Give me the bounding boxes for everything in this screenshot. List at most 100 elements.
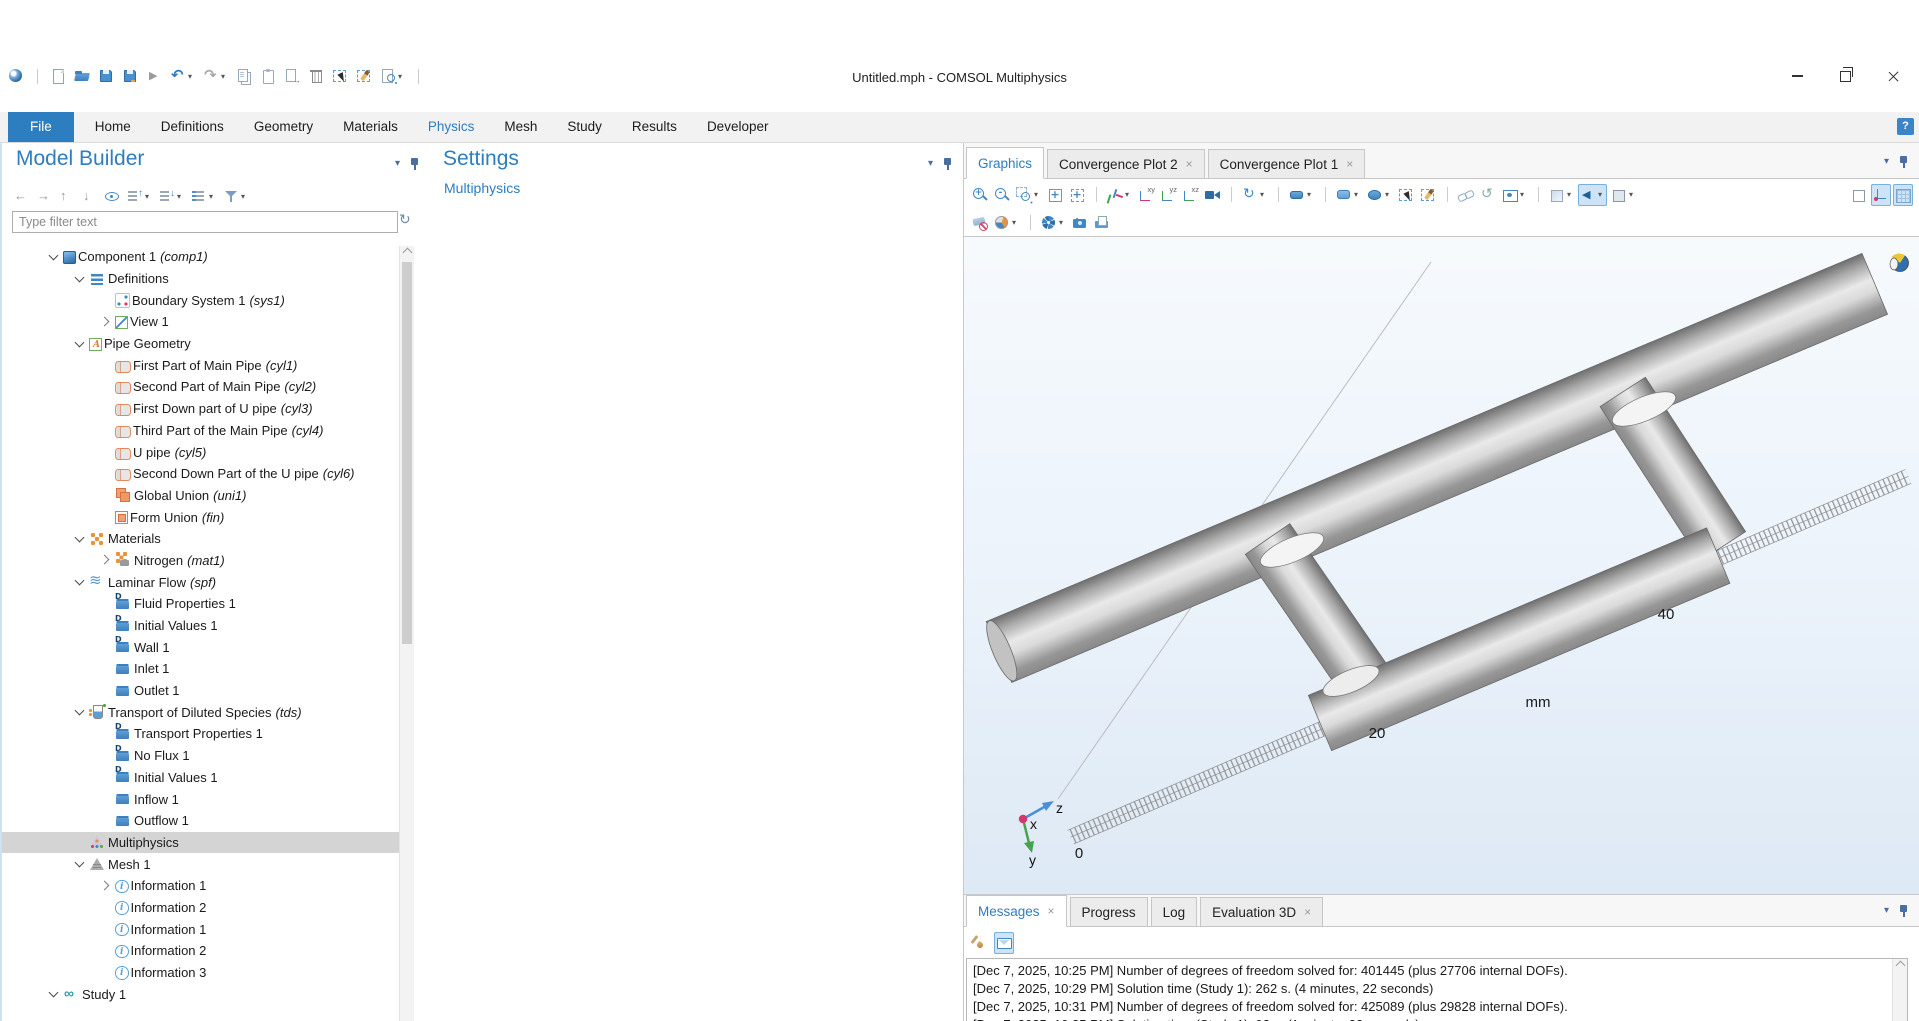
tree-item[interactable]: Information 2 [2,940,399,962]
scene-cube-button[interactable] [1849,184,1869,206]
log-scrollbar[interactable] [1892,959,1907,1021]
dropdown-caret[interactable]: ▾ [1598,190,1606,199]
graphics-canvas[interactable]: 0 20 40 mm x y z [964,237,1919,894]
messages-tab[interactable]: Evaluation 3D× [1200,897,1323,926]
pin-icon[interactable] [1899,904,1909,918]
tree-item[interactable]: No Flux 1 [2,745,399,767]
messages-log[interactable]: [Dec 7, 2025, 10:25 PM] Number of degree… [966,958,1908,1021]
zoom-extents-button[interactable] [1045,184,1065,206]
hide-objects-button[interactable] [1456,184,1476,206]
expand-chevron-icon[interactable] [98,683,114,699]
zoom-in-button[interactable] [970,184,990,206]
help-button[interactable]: ? [1897,118,1914,135]
unselect-box-button[interactable] [1418,184,1438,206]
pin-icon[interactable] [1899,155,1909,169]
scroll-up-icon[interactable] [1896,961,1906,971]
tree-item[interactable]: Second Down Part of the U pipe (cyl6) [2,463,399,485]
tree-item[interactable]: Wall 1 [2,636,399,658]
tree-item[interactable]: Initial Values 1 [2,767,399,789]
tree-item[interactable]: Component 1 (comp1) [2,246,399,268]
expand-chevron-icon[interactable] [98,487,114,503]
view-visibility-button[interactable]: ▾ [1500,184,1529,206]
panel-menu-caret[interactable]: ▾ [1884,906,1889,916]
expand-chevron-icon[interactable] [98,921,114,937]
dropdown-caret[interactable]: ▾ [145,192,153,201]
graphics-tab[interactable]: Convergence Plot 2× [1047,149,1205,178]
expand-chevron-icon[interactable] [98,552,114,568]
go-to-view-button[interactable]: ▾ [1105,184,1134,206]
expand-chevron-icon[interactable] [98,813,114,829]
expand-chevron-icon[interactable] [72,574,88,590]
clear-messages-button[interactable] [968,932,988,954]
scrollbar-thumb[interactable] [402,262,412,644]
transparency-button[interactable]: ▾ [1547,184,1576,206]
expand-chevron-icon[interactable] [98,965,114,981]
dropdown-caret[interactable]: ▾ [241,192,249,201]
3d-scene[interactable]: 0 20 40 mm x y z [964,237,1919,894]
close-tab-icon[interactable]: × [1304,905,1311,919]
expand-chevron-icon[interactable] [98,466,114,482]
expand-chevron-icon[interactable] [98,314,114,330]
tree-item[interactable]: First Down part of U pipe (cyl3) [2,398,399,420]
reset-hiding-button[interactable] [1478,184,1498,206]
expand-chevron-icon[interactable] [98,379,114,395]
expand-chevron-icon[interactable] [98,422,114,438]
expand-chevron-icon[interactable] [98,661,114,677]
expand-chevron-icon[interactable] [98,596,114,612]
material-rendering-button[interactable]: ▾ [1334,184,1363,206]
filter-tree-button[interactable]: ▾ [221,185,250,207]
dropdown-caret[interactable]: ▾ [1012,218,1020,227]
expand-chevron-icon[interactable] [98,639,114,655]
panel-menu-caret[interactable]: ▾ [395,159,400,169]
expand-chevron-icon[interactable] [72,336,88,352]
view-xz-button[interactable] [1180,184,1200,206]
dropdown-caret[interactable]: ▾ [1059,218,1067,227]
ribbon-tab[interactable]: Study [552,112,617,142]
tree-item[interactable]: Transport Properties 1 [2,723,399,745]
tree-item[interactable]: Information 1 [2,918,399,940]
expand-chevron-icon[interactable] [98,791,114,807]
expand-chevron-icon[interactable] [72,704,88,720]
panel-menu-caret[interactable]: ▾ [928,159,933,169]
separator[interactable] [1224,184,1238,206]
close-tab-icon[interactable]: × [1346,157,1353,171]
restore-button[interactable] [1821,60,1869,92]
tree-item[interactable]: U pipe (cyl5) [2,441,399,463]
scene-light-button[interactable]: ▾ [1365,184,1394,206]
node-text-button[interactable]: ▾ [189,185,218,207]
forward-button[interactable] [33,185,53,207]
messages-tab[interactable]: Messages× [966,895,1067,927]
tree-scrollbar[interactable] [399,246,414,1021]
move-up-button[interactable] [56,185,76,207]
tree-item[interactable]: Study 1 [2,983,399,1005]
perspective-button[interactable] [1202,184,1222,206]
expand-chevron-icon[interactable] [98,726,114,742]
messages-tab[interactable]: Log [1151,897,1198,926]
expand-chevron-icon[interactable] [46,986,62,1002]
dropdown-caret[interactable]: ▾ [1307,190,1315,199]
expand-chevron-icon[interactable] [98,509,114,525]
dropdown-caret[interactable]: ▾ [1034,190,1042,199]
expand-chevron-icon[interactable] [98,748,114,764]
tree-item[interactable]: Fluid Properties 1 [2,593,399,615]
expand-chevron-icon[interactable] [98,401,114,417]
scroll-up-icon[interactable] [403,248,413,258]
tree-item[interactable]: Nitrogen (mat1) [2,550,399,572]
tree-item[interactable]: Pipe Geometry [2,333,399,355]
tree-item[interactable]: Materials [2,528,399,550]
ribbon-tab[interactable]: Developer [692,112,784,142]
zoom-to-selection-button[interactable] [1067,184,1087,206]
close-tab-icon[interactable]: × [1186,157,1193,171]
tree-item[interactable]: View 1 [2,311,399,333]
separator[interactable] [1440,184,1454,206]
graphics-tab[interactable]: Graphics [966,147,1044,179]
expand-chevron-icon[interactable] [72,834,88,850]
expand-chevron-icon[interactable] [98,943,114,959]
ribbon-tab[interactable]: Materials [328,112,413,142]
tree-item[interactable]: Form Union (fin) [2,506,399,528]
dropdown-caret[interactable]: ▾ [1629,190,1637,199]
plot-appearance-button[interactable]: ▾ [992,212,1021,234]
tree-item[interactable]: Global Union (uni1) [2,485,399,507]
tree-item[interactable]: Second Part of Main Pipe (cyl2) [2,376,399,398]
dropdown-caret[interactable]: ▾ [1260,190,1268,199]
